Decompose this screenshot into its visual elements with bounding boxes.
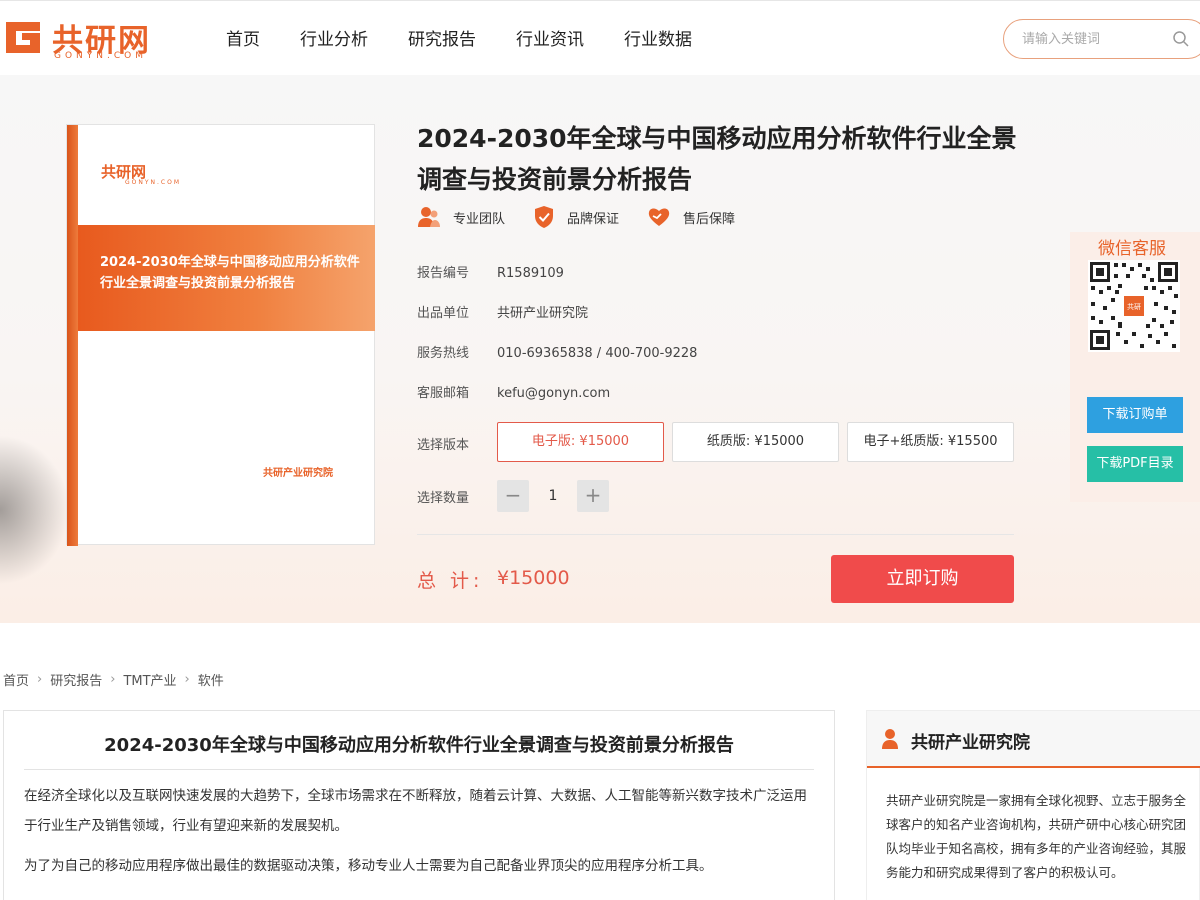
breadcrumb: 首页 › 研究报告 › TMT产业 › 软件 (3, 670, 224, 689)
info-hotline: 服务热线 010-69365838 / 400-700-9228 (417, 342, 697, 361)
info-publisher: 出品单位 共研产业研究院 (417, 302, 588, 321)
quantity-decrement-button[interactable]: − (497, 480, 529, 512)
badge-label: 售后保障 (683, 211, 736, 227)
cover-logo-sub: GONYN.COM (125, 179, 182, 186)
cover-publisher: 共研产业研究院 (263, 468, 333, 479)
wechat-service-title: 微信客服 (1098, 239, 1166, 259)
person-icon (882, 729, 898, 749)
version-paper[interactable]: 纸质版: ¥15000 (672, 422, 839, 462)
info-label: 报告编号 (417, 266, 470, 281)
shield-check-icon (535, 206, 554, 228)
quantity-increment-button[interactable]: + (577, 480, 609, 512)
qr-code: 共研 (1088, 260, 1180, 352)
site-header: 共研网 GONYN.COM 首页 行业分析 研究报告 行业资讯 行业数据 (0, 0, 1200, 75)
book-shadow (0, 435, 70, 585)
qr-center-logo: 共研 (1127, 302, 1141, 311)
sidebar-description: 共研产业研究院是一家拥有全球化视野、立志于服务全球客户的知名产业咨询机构，共研产… (886, 793, 1187, 880)
divider (24, 769, 814, 770)
product-hero: 共研网 GONYN.COM 2024-2030年全球与中国移动应用分析软件行业全… (0, 75, 1200, 623)
search-box (1003, 19, 1200, 59)
total-label: 总 计: (417, 570, 484, 592)
article-paragraph: 为了为自己的移动应用程序做出最佳的数据驱动决策，移动专业人士需要为自己配备业界顶… (24, 858, 713, 874)
chevron-right-icon: › (37, 672, 43, 687)
service-badges: 专业团队 品牌保证 售后保障 (417, 205, 763, 229)
product-title: 2024-2030年全球与中国移动应用分析软件行业全景调查与投资前景分析报告 (417, 124, 1017, 194)
logo-g-icon (6, 22, 40, 53)
breadcrumb-software[interactable]: 软件 (198, 670, 224, 689)
breadcrumb-research-reports[interactable]: 研究报告 (50, 670, 102, 689)
order-now-button[interactable]: 立即订购 (831, 555, 1014, 603)
cover-spine (67, 125, 78, 546)
cover-title: 2024-2030年全球与中国移动应用分析软件行业全景调查与投资前景分析报告 (100, 255, 360, 291)
article-title: 2024-2030年全球与中国移动应用分析软件行业全景调查与投资前景分析报告 (104, 735, 734, 756)
report-cover: 共研网 GONYN.COM 2024-2030年全球与中国移动应用分析软件行业全… (66, 124, 375, 546)
logo-subtext: GONYN.COM (54, 51, 148, 61)
badge-brand-guarantee: 品牌保证 (533, 205, 619, 229)
search-icon[interactable] (1172, 30, 1190, 48)
badge-label: 品牌保证 (567, 211, 620, 227)
nav-industry-news[interactable]: 行业资讯 (516, 25, 584, 50)
sidebar-title: 共研产业研究院 (911, 733, 1030, 753)
download-pdf-toc-button[interactable]: 下载PDF目录 (1087, 446, 1183, 482)
sidebar-header: 共研产业研究院 (867, 711, 1200, 768)
nav-industry-analysis[interactable]: 行业分析 (300, 25, 368, 50)
quantity-value[interactable]: 1 (538, 480, 568, 512)
chevron-right-icon: › (184, 672, 190, 687)
team-icon (418, 207, 440, 227)
badge-professional-team: 专业团队 (417, 205, 505, 229)
main-nav: 首页 行业分析 研究报告 行业资讯 行业数据 (226, 25, 732, 50)
info-report-number: 报告编号 R1589109 (417, 262, 564, 281)
institute-sidebar: 共研产业研究院 共研产业研究院是一家拥有全球化视野、立志于服务全球客户的知名产业… (866, 710, 1200, 900)
info-value: kefu@gonyn.com (497, 386, 611, 401)
info-label: 客服邮箱 (417, 386, 470, 401)
info-email: 客服邮箱 kefu@gonyn.com (417, 382, 610, 401)
info-value: 共研产业研究院 (497, 306, 589, 321)
info-value: 010-69365838 / 400-700-9228 (497, 346, 698, 361)
floating-service-panel: 微信客服 共研 下载订购单 下载PDF目录 (1070, 232, 1200, 502)
info-label: 出品单位 (417, 306, 470, 321)
article-paragraph: 在经济全球化以及互联网快速发展的大趋势下，全球市场需求在不断释放，随着云计算、大… (24, 788, 807, 834)
nav-home[interactable]: 首页 (226, 25, 260, 50)
heart-hand-icon (648, 208, 670, 226)
version-electronic[interactable]: 电子版: ¥15000 (497, 422, 664, 462)
chevron-right-icon: › (110, 672, 116, 687)
cover-band: 2024-2030年全球与中国移动应用分析软件行业全景调查与投资前景分析报告 (78, 225, 375, 331)
version-label: 选择版本 (417, 438, 470, 453)
site-logo[interactable]: 共研网 GONYN.COM (2, 15, 172, 65)
breadcrumb-tmt[interactable]: TMT产业 (123, 670, 176, 689)
badge-label: 专业团队 (453, 211, 506, 227)
nav-research-reports[interactable]: 研究报告 (408, 25, 476, 50)
download-order-form-button[interactable]: 下载订购单 (1087, 397, 1183, 433)
info-value: R1589109 (497, 266, 564, 281)
nav-industry-data[interactable]: 行业数据 (624, 25, 692, 50)
search-input[interactable] (1022, 29, 1162, 49)
total-price: ¥15000 (497, 567, 570, 589)
divider (417, 534, 1014, 535)
breadcrumb-home[interactable]: 首页 (3, 670, 29, 689)
badge-after-sales: 售后保障 (647, 205, 735, 229)
report-article: 2024-2030年全球与中国移动应用分析软件行业全景调查与投资前景分析报告 在… (3, 710, 835, 900)
version-electronic-paper[interactable]: 电子+纸质版: ¥15500 (847, 422, 1014, 462)
info-label: 服务热线 (417, 346, 470, 361)
quantity-label: 选择数量 (417, 491, 470, 506)
